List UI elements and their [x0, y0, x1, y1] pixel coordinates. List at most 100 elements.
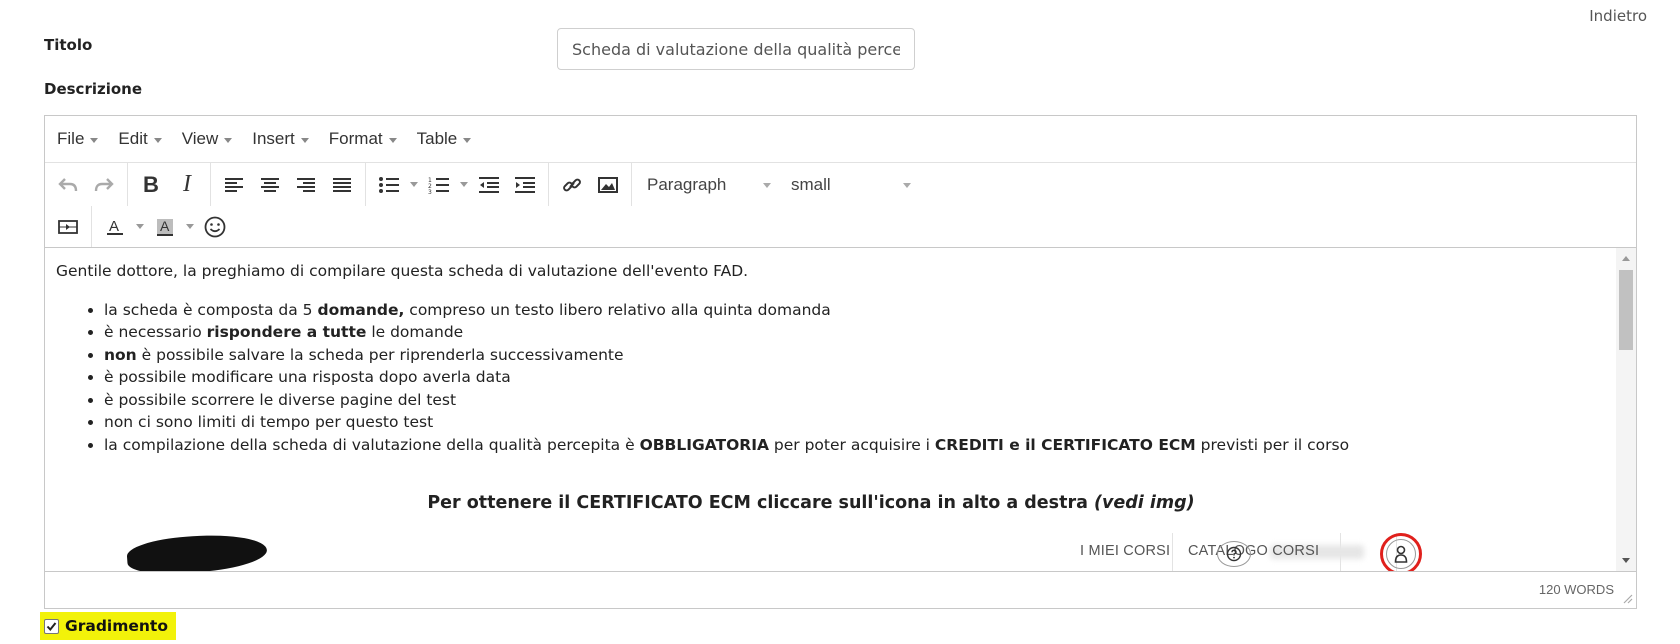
description-label: Descrizione — [44, 80, 143, 98]
bullet-list-options[interactable] — [407, 168, 421, 202]
editor-toolbar-secondary: A A — [45, 206, 1636, 248]
paragraph-select-value: Paragraph — [647, 174, 727, 194]
gradimento-checkbox[interactable] — [44, 618, 59, 634]
menu-file[interactable]: File — [57, 129, 99, 149]
italic-icon: I — [183, 171, 191, 197]
menu-format[interactable]: Format — [329, 129, 397, 149]
chevron-down-icon — [903, 183, 911, 188]
font-size-select[interactable]: small — [781, 168, 921, 202]
insert-link-button[interactable] — [554, 168, 590, 202]
title-label: Titolo — [44, 36, 93, 54]
list-item: non è possibile salvare la scheda per ri… — [104, 344, 1596, 367]
menu-view-label: View — [181, 129, 219, 148]
bold-text: domande, — [317, 300, 405, 319]
font-size-select-value: small — [791, 174, 831, 194]
checkmark-icon — [46, 621, 57, 631]
align-group — [211, 163, 366, 206]
chevron-down-icon — [90, 137, 99, 143]
align-center-button[interactable] — [252, 168, 288, 202]
history-group — [45, 163, 128, 206]
menu-table[interactable]: Table — [417, 129, 472, 149]
vertical-scrollbar[interactable] — [1616, 248, 1636, 571]
insert-group — [549, 163, 632, 206]
bold-button[interactable]: B — [133, 168, 169, 202]
editor-menubar: File Edit View Insert Format Table — [45, 116, 1636, 162]
svg-text:A: A — [160, 218, 170, 234]
media-icon — [58, 219, 78, 234]
emoticons-button[interactable] — [197, 210, 233, 244]
editor-toolbar-primary: B I 1 2 3 Paragraph small — [45, 162, 1636, 206]
certificate-instruction-italic: (vedi img) — [1093, 493, 1195, 513]
align-right-button[interactable] — [288, 168, 324, 202]
outdent-button[interactable] — [471, 168, 507, 202]
menu-insert[interactable]: Insert — [252, 129, 309, 149]
certificate-instruction: Per ottenere il CERTIFICATO ECM cliccare… — [56, 492, 1566, 515]
menu-table-label: Table — [416, 129, 458, 148]
indent-button[interactable] — [507, 168, 543, 202]
smiley-icon — [204, 216, 226, 237]
list-item-text: è necessario — [104, 323, 207, 341]
chevron-down-icon — [300, 137, 309, 143]
user-icon — [1386, 539, 1416, 569]
insert-image-button[interactable] — [590, 168, 626, 202]
user-profile-highlight — [1380, 533, 1422, 571]
redo-button[interactable] — [86, 168, 122, 202]
list-item: è possibile modificare una risposta dopo… — [104, 366, 1596, 389]
paragraph-select[interactable]: Paragraph — [637, 168, 781, 202]
list-item: è possibile scorrere le diverse pagine d… — [104, 389, 1596, 412]
bold-text: OBBLIGATORIA — [639, 435, 769, 454]
chevron-down-icon — [410, 182, 418, 187]
image-icon — [598, 176, 618, 193]
instructions-list: la scheda è composta da 5 domande, compr… — [56, 299, 1596, 457]
scrollbar-thumb[interactable] — [1619, 270, 1633, 350]
intro-paragraph: Gentile dottore, la preghiamo di compila… — [56, 262, 749, 280]
menu-edit-label: Edit — [118, 129, 148, 148]
redo-icon — [94, 177, 114, 191]
background-color-button[interactable]: A — [147, 210, 183, 244]
media-group — [45, 206, 92, 247]
background-color-options[interactable] — [183, 210, 197, 244]
scroll-down-icon[interactable] — [1622, 558, 1630, 563]
chevron-down-icon — [463, 137, 472, 143]
align-left-button[interactable] — [216, 168, 252, 202]
text-color-icon: A — [107, 218, 123, 235]
menu-edit[interactable]: Edit — [118, 129, 162, 149]
list-item-text: previsti per il corso — [1195, 435, 1350, 454]
page: Indietro Titolo Descrizione File Edit Vi… — [0, 0, 1680, 644]
back-link[interactable]: Indietro — [1589, 7, 1647, 25]
align-justify-icon — [333, 177, 351, 192]
chevron-down-icon — [136, 224, 144, 229]
menu-file-label: File — [57, 129, 85, 148]
list-item-text: la compilazione della scheda di valutazi… — [104, 435, 640, 454]
list-item-text: per poter acquisire i — [768, 435, 935, 454]
menu-view[interactable]: View — [182, 129, 233, 149]
menu-format-label: Format — [328, 129, 383, 148]
nav-divider — [1172, 533, 1173, 571]
italic-button[interactable]: I — [169, 168, 205, 202]
chevron-down-icon — [763, 183, 771, 188]
align-left-icon — [225, 177, 243, 192]
list-item: non ci sono limiti di tempo per questo t… — [104, 411, 1596, 434]
editor-statusbar: 120 WORDS — [45, 571, 1636, 607]
resize-handle-icon[interactable] — [1621, 592, 1633, 604]
list-item-text: la scheda è composta da 5 — [104, 300, 318, 319]
list-item: è necessario rispondere a tutte le doman… — [104, 321, 1596, 344]
list-item-text: è possibile scorrere le diverse pagine d… — [104, 390, 457, 409]
chevron-down-icon — [460, 182, 468, 187]
text-color-button[interactable]: A — [97, 210, 133, 244]
format-group: B I — [128, 163, 211, 206]
scroll-up-icon[interactable] — [1622, 256, 1630, 261]
bullet-list-button[interactable] — [371, 168, 407, 202]
text-color-options[interactable] — [133, 210, 147, 244]
title-input[interactable] — [557, 28, 915, 70]
rich-text-editor: File Edit View Insert Format Table B I 1… — [44, 115, 1637, 609]
list-item-text: le domande — [366, 323, 464, 341]
insert-media-button[interactable] — [50, 210, 86, 244]
numbered-list-button[interactable]: 123 — [421, 168, 457, 202]
align-justify-button[interactable] — [324, 168, 360, 202]
numbered-list-options[interactable] — [457, 168, 471, 202]
chevron-down-icon — [153, 137, 162, 143]
list-item-text: non ci sono limiti di tempo per questo t… — [104, 413, 434, 431]
undo-button[interactable] — [50, 168, 86, 202]
editor-content-area[interactable]: Gentile dottore, la preghiamo di compila… — [45, 248, 1636, 571]
